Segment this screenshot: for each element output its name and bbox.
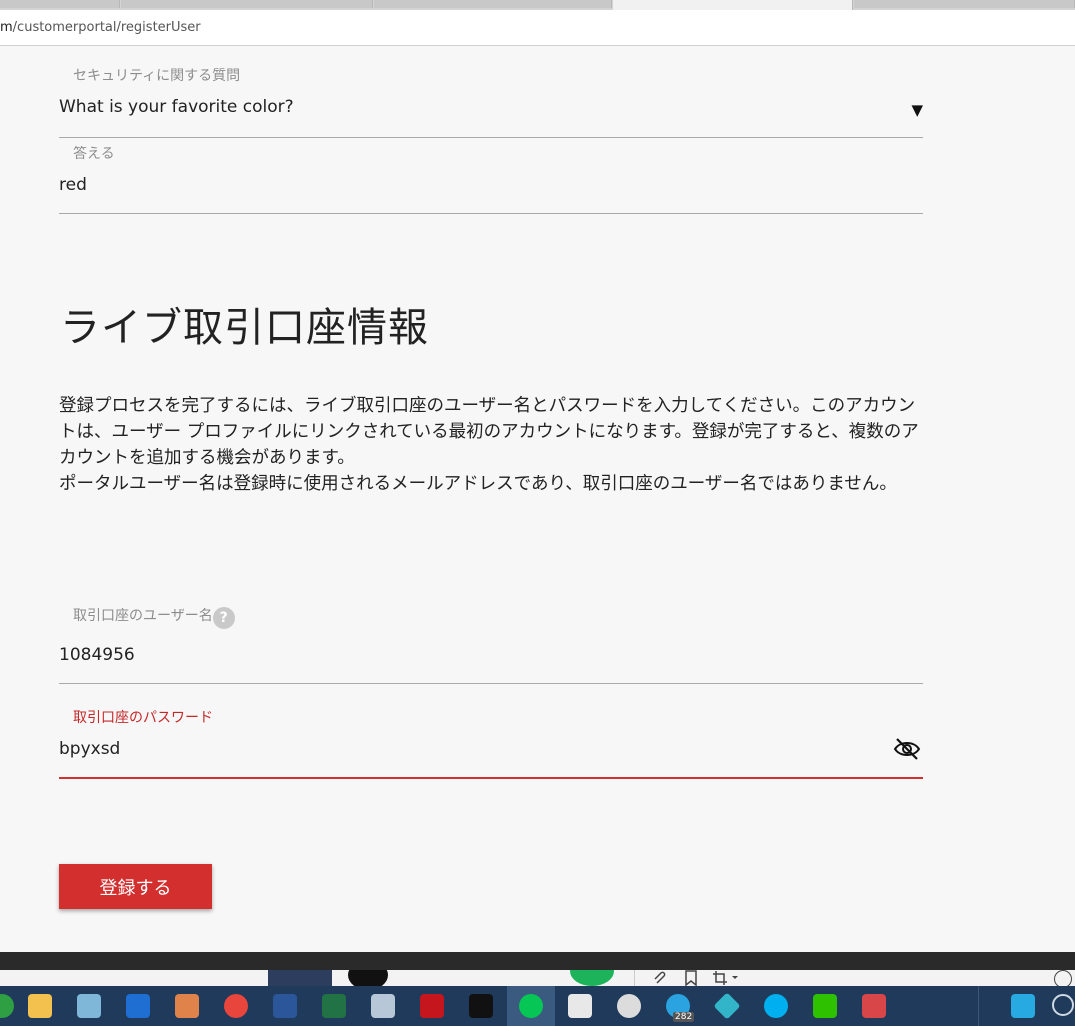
telegram-badge: 282 <box>673 1012 695 1022</box>
thumbnail <box>268 970 332 986</box>
overlay-window-strip <box>0 970 1075 986</box>
account-password-field[interactable]: 取引口座のパスワード bpyxsd <box>59 707 923 781</box>
field-underline <box>59 213 923 214</box>
app-icon[interactable] <box>0 994 14 1018</box>
app-icon[interactable] <box>862 994 886 1018</box>
app-icon[interactable] <box>371 994 395 1018</box>
security-answer-field[interactable]: 答える red <box>59 143 923 215</box>
security-answer-input[interactable]: red <box>59 175 87 195</box>
field-underline-error <box>59 777 923 779</box>
account-password-label: 取引口座のパスワード <box>73 710 213 726</box>
app-icon[interactable] <box>1011 994 1035 1018</box>
browser-tab-active[interactable] <box>613 0 853 10</box>
xm-trading-icon[interactable] <box>469 994 493 1018</box>
security-question-label: セキュリティに関する質問 <box>73 68 241 84</box>
app-icon[interactable] <box>568 994 592 1018</box>
app-icon[interactable] <box>713 992 741 1020</box>
account-username-label: 取引口座のユーザー名? <box>73 605 235 629</box>
eye-off-icon[interactable] <box>893 737 921 761</box>
file-explorer-icon[interactable] <box>28 994 52 1018</box>
emoji-icon[interactable] <box>1054 970 1072 986</box>
registration-page: セキュリティに関する質問 What is your favorite color… <box>0 47 1075 952</box>
field-underline <box>59 137 923 138</box>
avatar <box>348 970 388 986</box>
screen: m/customerportal/registerUser セキュリティに関する… <box>0 0 1075 1026</box>
section-description: 登録プロセスを完了するには、ライブ取引口座のユーザー名とパスワードを入力してくだ… <box>59 393 929 497</box>
description-paragraph: ポータルユーザー名は登録時に使用されるメールアドレスであり、取引口座のユーザー名… <box>59 474 897 494</box>
app-icon[interactable] <box>126 994 150 1018</box>
url-path: /customerportal/registerUser <box>12 20 201 35</box>
wechat-icon[interactable] <box>813 994 837 1018</box>
bookmark-icon[interactable] <box>684 970 698 986</box>
address-bar[interactable]: m/customerportal/registerUser <box>0 10 1075 46</box>
excel-icon[interactable] <box>322 994 346 1018</box>
browser-tab[interactable] <box>0 0 120 8</box>
page-footer-bar <box>0 952 1075 970</box>
browser-tab[interactable] <box>374 0 612 8</box>
account-username-input[interactable]: 1084956 <box>59 645 135 665</box>
account-username-field[interactable]: 取引口座のユーザー名? 1084956 <box>59 605 923 685</box>
browser-tab-strip <box>0 0 1075 10</box>
security-question-select[interactable]: セキュリティに関する質問 What is your favorite color… <box>59 65 923 138</box>
app-icon[interactable] <box>617 994 641 1018</box>
description-paragraph: 登録プロセスを完了するには、ライブ取引口座のユーザー名とパスワードを入力してくだ… <box>59 396 919 468</box>
browser-tab[interactable] <box>121 0 373 8</box>
security-question-value[interactable]: What is your favorite color? <box>59 97 294 117</box>
register-button[interactable]: 登録する <box>59 864 212 909</box>
windows-taskbar: 282 <box>0 986 1075 1026</box>
account-username-label-text: 取引口座のユーザー名 <box>73 608 213 624</box>
media-player-icon[interactable] <box>175 994 199 1018</box>
help-icon[interactable]: ? <box>212 607 235 629</box>
acrobat-icon[interactable] <box>420 994 444 1018</box>
url-text[interactable]: m/customerportal/registerUser <box>0 20 201 35</box>
security-answer-label: 答える <box>73 146 115 162</box>
word-icon[interactable] <box>273 994 297 1018</box>
green-badge <box>570 970 614 986</box>
divider <box>978 986 979 1026</box>
field-underline <box>59 683 923 684</box>
url-host: m <box>0 20 13 35</box>
chrome-icon[interactable] <box>224 994 248 1018</box>
browser-tab[interactable] <box>854 0 1075 8</box>
skype-icon[interactable] <box>764 994 788 1018</box>
account-password-input[interactable]: bpyxsd <box>59 739 120 759</box>
crop-icon[interactable] <box>712 970 740 986</box>
app-icon[interactable] <box>77 994 101 1018</box>
divider <box>634 970 635 986</box>
line-icon[interactable] <box>519 994 543 1018</box>
paperclip-icon[interactable] <box>652 970 668 986</box>
section-heading: ライブ取引口座情報 <box>60 305 429 351</box>
dropdown-arrow-icon[interactable]: ▼ <box>911 101 923 119</box>
tray-icon[interactable] <box>1052 994 1074 1016</box>
